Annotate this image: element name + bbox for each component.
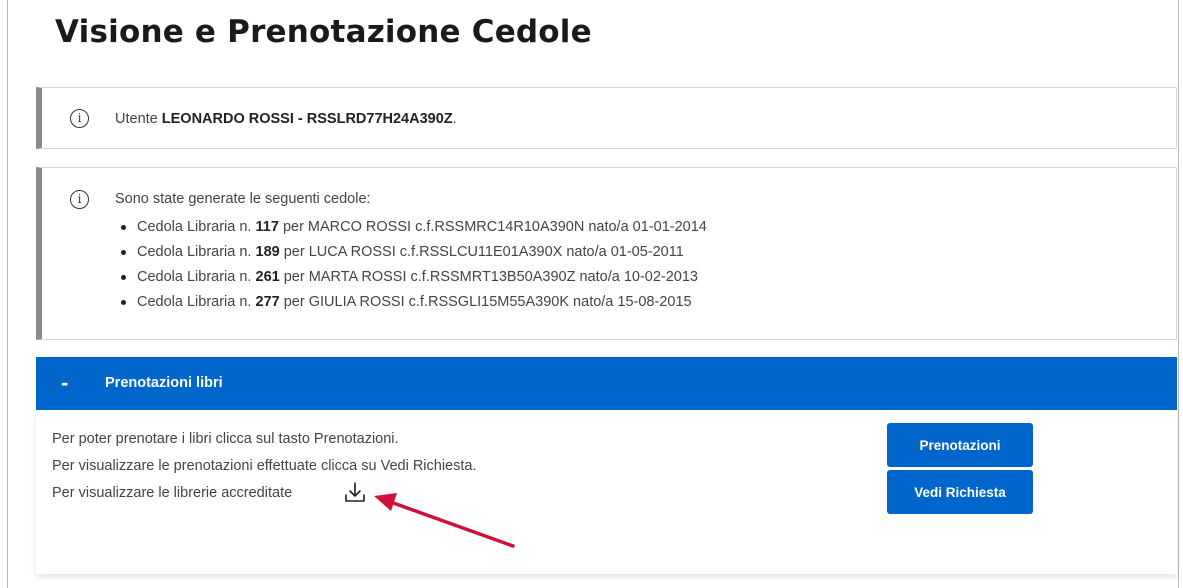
cedola-details: per MARCO ROSSI c.f.RSSMRC14R10A390N nat…	[282, 219, 707, 235]
cedola-number: 277	[255, 294, 280, 310]
cedole-intro: Sono state generate le seguenti cedole:	[115, 191, 371, 207]
info-icon: i	[70, 190, 89, 209]
user-info-text: Utente LEONARDO ROSSI - RSSLRD77H24A390Z…	[115, 111, 457, 127]
cedola-details: per LUCA ROSSI c.f.RSSLCU11E01A390X nato…	[283, 244, 684, 260]
collapse-toggle-icon[interactable]: -	[61, 370, 68, 396]
cedola-number: 261	[255, 269, 280, 285]
cedola-prefix: Cedola Libraria n.	[137, 294, 252, 310]
cedola-number: 189	[255, 244, 280, 260]
download-icon[interactable]	[343, 480, 367, 504]
cedola-item: Cedola Libraria n. 277 per GIULIA ROSSI …	[121, 294, 707, 319]
cedola-prefix: Cedola Libraria n.	[137, 244, 252, 260]
cedola-item: Cedola Libraria n. 117 per MARCO ROSSI c…	[121, 219, 707, 244]
cedola-item: Cedola Libraria n. 189 per LUCA ROSSI c.…	[121, 244, 707, 269]
user-info-box: i Utente LEONARDO ROSSI - RSSLRD77H24A39…	[36, 87, 1177, 149]
user-name-cf: LEONARDO ROSSI - RSSLRD77H24A390Z	[161, 111, 453, 127]
instruction-prenotazioni: Per poter prenotare i libri clicca sul t…	[52, 431, 399, 447]
instruction-vedi-richiesta: Per visualizzare le prenotazioni effettu…	[52, 458, 477, 474]
prenotazioni-button[interactable]: Prenotazioni	[887, 423, 1033, 467]
cedole-list: Cedola Libraria n. 117 per MARCO ROSSI c…	[121, 219, 707, 319]
cedola-details: per GIULIA ROSSI c.f.RSSGLI15M55A390K na…	[283, 294, 692, 310]
cedola-prefix: Cedola Libraria n.	[137, 219, 252, 235]
info-icon: i	[70, 109, 89, 128]
prenotazioni-panel-header[interactable]: - Prenotazioni libri	[36, 357, 1177, 410]
user-suffix: .	[452, 111, 457, 127]
instruction-librerie: Per visualizzare le librerie accreditate	[52, 485, 293, 501]
cedole-info-box: i Sono state generate le seguenti cedole…	[36, 167, 1177, 340]
cedola-details: per MARTA ROSSI c.f.RSSMRT13B50A390Z nat…	[283, 269, 698, 285]
cedola-item: Cedola Libraria n. 261 per MARTA ROSSI c…	[121, 269, 707, 294]
cedola-number: 117	[255, 219, 279, 235]
panel-title: Prenotazioni libri	[105, 375, 223, 391]
cedola-prefix: Cedola Libraria n.	[137, 269, 252, 285]
prenotazioni-panel-body: Per poter prenotare i libri clicca sul t…	[36, 410, 1177, 574]
user-prefix: Utente	[115, 111, 158, 127]
vedi-richiesta-button[interactable]: Vedi Richiesta	[887, 470, 1033, 514]
page-title: Visione e Prenotazione Cedole	[55, 14, 592, 50]
